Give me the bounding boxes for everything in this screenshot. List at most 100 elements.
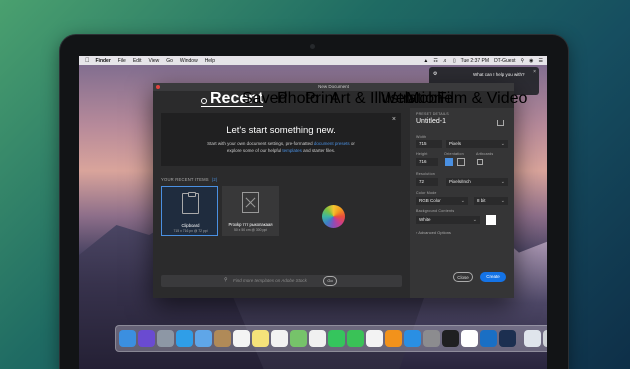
new-document-dialog: New Document Recent Saved Photo Print Ar… [153, 83, 527, 298]
background-select[interactable]: White ⌄ [416, 216, 480, 224]
menu-go[interactable]: Go [166, 58, 173, 64]
close-button[interactable]: Close [453, 272, 473, 282]
recent-item-label: Proxkp ттт рыкопакаая [228, 222, 273, 227]
clock-icon [201, 98, 207, 104]
width-input[interactable]: 715 [416, 140, 442, 148]
background-color-swatch[interactable] [486, 215, 496, 225]
tab-film-video[interactable]: Film & Video [437, 91, 527, 107]
volume-icon[interactable]: ♬ [443, 58, 448, 64]
itunes-icon[interactable] [366, 330, 383, 347]
advanced-options-toggle[interactable]: › Advanced Options [416, 230, 451, 235]
menu-help[interactable]: Help [205, 58, 215, 64]
create-button[interactable]: Create [480, 272, 506, 282]
units-select[interactable]: Pixels ⌄ [446, 140, 508, 148]
maps-icon[interactable] [290, 330, 307, 347]
width-label: Width [416, 135, 427, 139]
contacts-icon[interactable] [214, 330, 231, 347]
launchpad-icon[interactable] [157, 330, 174, 347]
skype-icon[interactable] [461, 330, 478, 347]
document-presets-link[interactable]: document presets [314, 141, 350, 146]
search-icon: ⚲ [224, 277, 228, 283]
finder-icon[interactable] [119, 330, 136, 347]
height-input[interactable]: 716 [416, 158, 438, 166]
close-icon[interactable]: × [392, 116, 396, 123]
clipboard-icon [182, 192, 199, 214]
wifi-icon[interactable]: ☶ [433, 58, 437, 64]
menu-bar:  Finder File Edit View Go Window Help ▲… [79, 56, 547, 65]
reminders-icon[interactable] [271, 330, 288, 347]
preferences-icon[interactable] [423, 330, 440, 347]
close-window-button[interactable] [156, 85, 160, 89]
spotlight-icon[interactable]: ⚲ [520, 58, 524, 64]
chevron-down-icon: ⌄ [500, 198, 505, 204]
resolution-unit-select[interactable]: Pixels/Inch ⌄ [446, 178, 508, 186]
trash-icon[interactable] [543, 330, 547, 347]
desktop-screen:  Finder File Edit View Go Window Help ▲… [79, 56, 547, 369]
battery-icon[interactable]: ▯ [453, 58, 456, 64]
orientation-label: Orientation [444, 152, 464, 156]
downloads-icon[interactable] [524, 330, 541, 347]
background-value: White [419, 217, 431, 222]
chevron-down-icon: ⌄ [460, 198, 465, 204]
preset-section-label: PRESET DETAILS [416, 112, 449, 116]
document-name-field[interactable]: Untitled-1 [416, 118, 446, 125]
recent-items-title: YOUR RECENT ITEMS (2) [161, 177, 217, 182]
outlook-icon[interactable] [480, 330, 497, 347]
recent-item-document[interactable]: Proxkp ттт рыкопакаая 50 x 50 cm @ 300 p… [222, 186, 279, 236]
welcome-text-part: explore some of our helpful [226, 148, 283, 153]
menu-window[interactable]: Window [180, 58, 198, 64]
siri-menu-icon[interactable]: ◉ [529, 58, 533, 64]
close-icon[interactable]: × [533, 69, 536, 75]
camera [310, 44, 315, 49]
welcome-text-part: or [349, 141, 355, 146]
calendar-icon[interactable] [233, 330, 250, 347]
safari-icon[interactable] [176, 330, 193, 347]
preset-details-panel: PRESET DETAILS Untitled-1 Width 715 Pixe… [410, 108, 514, 298]
recent-item-clipboard[interactable]: Clipboard 715 x 716 px @ 72 ppi [161, 186, 218, 236]
menu-file[interactable]: File [118, 58, 126, 64]
appstore-icon[interactable] [404, 330, 421, 347]
facetime-icon[interactable] [347, 330, 364, 347]
template-search-input[interactable]: ⚲ Find more templates on Adobe Stock [161, 275, 402, 287]
siri-icon[interactable] [138, 330, 155, 347]
status-area: ▲ ☶ ♬ ▯ Tue 2:37 PM DT-Guest ⚲ ◉ ☰ [423, 56, 543, 65]
photoshop-icon[interactable] [499, 330, 516, 347]
ibooks-icon[interactable] [385, 330, 402, 347]
recent-item-label: Clipboard [181, 223, 200, 228]
apple-menu-icon[interactable]:  [85, 58, 90, 64]
bit-depth-select[interactable]: 8 bit ⌄ [474, 197, 508, 205]
welcome-text-part: and starter files. [301, 148, 336, 153]
photos-icon[interactable] [309, 330, 326, 347]
go-button[interactable]: Go [323, 276, 337, 286]
menu-view[interactable]: View [148, 58, 159, 64]
landscape-orientation-button[interactable] [457, 158, 465, 166]
color-wheel-icon [322, 205, 345, 228]
notification-center-icon[interactable]: ☰ [539, 58, 543, 64]
notification-text: What can I help you with? [473, 72, 525, 77]
menu-finder[interactable]: Finder [96, 58, 111, 64]
search-placeholder: Find more templates on Adobe Stock [233, 278, 307, 283]
chevron-down-icon: ⌄ [472, 217, 477, 223]
dock [115, 325, 547, 352]
artboards-checkbox[interactable] [477, 159, 483, 165]
templates-link[interactable]: templates [282, 148, 302, 153]
units-value: Pixels [449, 141, 462, 146]
dialog-title: New Document [318, 84, 349, 89]
notification-status-icon[interactable]: ▲ [423, 58, 428, 64]
resolution-input[interactable]: 72 [416, 178, 438, 186]
save-preset-icon[interactable] [497, 120, 504, 126]
background-label: Background Contents [416, 209, 455, 213]
music-app-icon[interactable] [442, 330, 459, 347]
welcome-banner: × Let's start something new. Start with … [161, 113, 401, 166]
messages-icon[interactable] [328, 330, 345, 347]
mail-icon[interactable] [195, 330, 212, 347]
height-label: Height [416, 152, 428, 156]
resolution-unit-value: Pixels/Inch [449, 179, 471, 184]
menu-edit[interactable]: Edit [133, 58, 142, 64]
clock-text[interactable]: Tue 2:37 PM [461, 58, 489, 64]
user-name[interactable]: DT-Guest [494, 58, 515, 64]
notes-icon[interactable] [252, 330, 269, 347]
recent-title-label: YOUR RECENT ITEMS [161, 177, 209, 182]
portrait-orientation-button[interactable] [445, 158, 453, 166]
color-mode-select[interactable]: RGB Color ⌄ [416, 197, 468, 205]
